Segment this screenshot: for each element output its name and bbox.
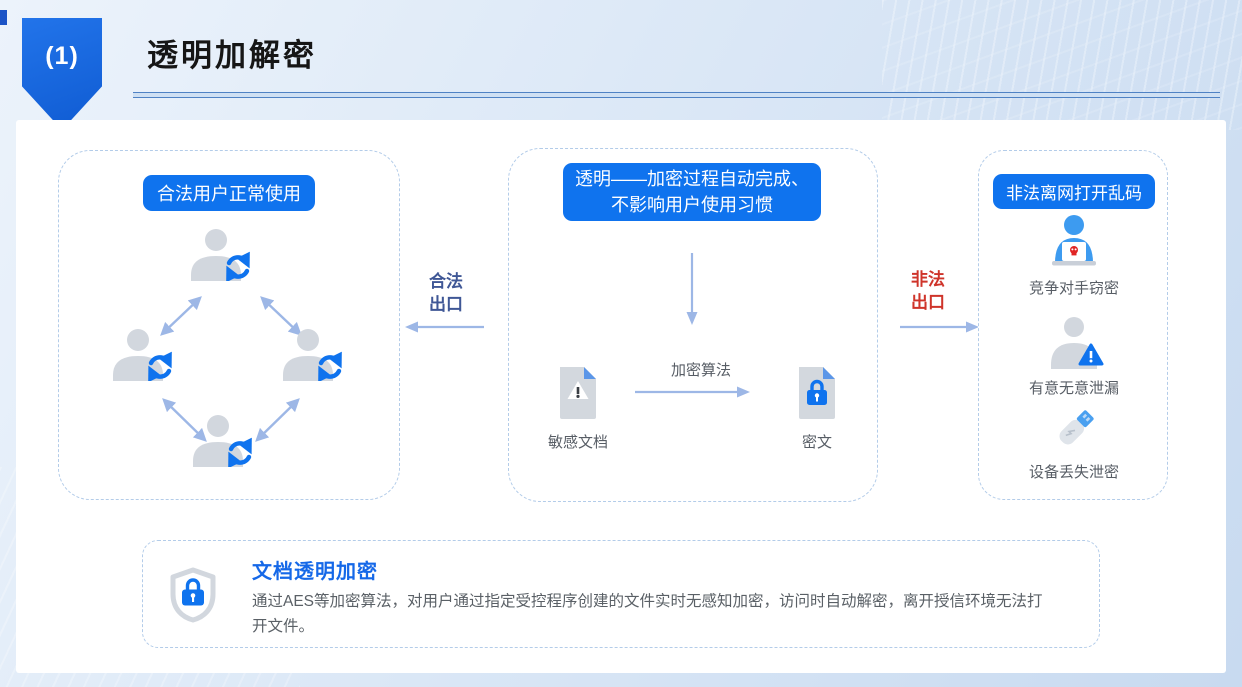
user-sync-icon — [111, 329, 175, 381]
cipher-document-icon — [795, 365, 839, 421]
transparent-encryption-panel-title: 透明——加密过程自动完成、 不影响用户使用习惯 — [563, 163, 821, 221]
legal-exit-label: 合法 出口 — [414, 270, 478, 316]
down-arrow — [681, 251, 703, 327]
illegal-access-panel: 非法离网打开乱码 竞争对手窃密 有意无意泄漏 — [978, 150, 1168, 500]
encryption-arrow — [633, 385, 753, 399]
legal-users-panel: 合法用户正常使用 — [58, 150, 400, 500]
encryption-algorithm-label: 加密算法 — [649, 359, 753, 380]
illegal-access-panel-title: 非法离网打开乱码 — [993, 174, 1155, 209]
page-title: 透明加解密 — [147, 30, 317, 75]
section-number: (1) — [45, 42, 79, 130]
threat-item-label: 设备丢失泄密 — [979, 461, 1169, 482]
summary-title: 文档透明加密 — [252, 555, 378, 584]
slide-content-board: 合法用户正常使用 — [16, 120, 1226, 673]
cipher-document-label: 密文 — [787, 431, 847, 452]
shield-lock-icon — [169, 567, 217, 623]
user-sync-icon — [281, 329, 345, 381]
illegal-exit-label: 非法 出口 — [896, 268, 960, 314]
section-number-ribbon: (1) — [22, 18, 102, 130]
threat-item-label: 有意无意泄漏 — [979, 377, 1169, 398]
usb-drive-icon — [1049, 403, 1101, 455]
summary-panel: 文档透明加密 通过AES等加密算法，对用户通过指定受控程序创建的文件实时无感知加… — [142, 540, 1100, 648]
title-underline — [133, 92, 1220, 98]
legal-exit-arrow — [404, 320, 488, 334]
summary-description: 通过AES等加密算法，对用户通过指定受控程序创建的文件实时无感知加密，访问时自动… — [252, 589, 1057, 639]
laptop-spy-icon — [1046, 213, 1102, 269]
sensitive-document-label: 敏感文档 — [533, 431, 623, 452]
background-texture-top-right — [882, 0, 1242, 130]
transparent-encryption-panel: 透明——加密过程自动完成、 不影响用户使用习惯 敏感文档 加密算法 — [508, 148, 878, 502]
person-warning-icon — [1049, 317, 1105, 369]
user-sync-icon — [191, 415, 255, 467]
illegal-exit-arrow — [896, 320, 980, 334]
sensitive-document-icon — [556, 365, 600, 421]
threat-item-label: 竞争对手窃密 — [979, 277, 1169, 298]
corner-accent-chip — [0, 10, 7, 25]
user-sync-icon — [189, 229, 253, 281]
